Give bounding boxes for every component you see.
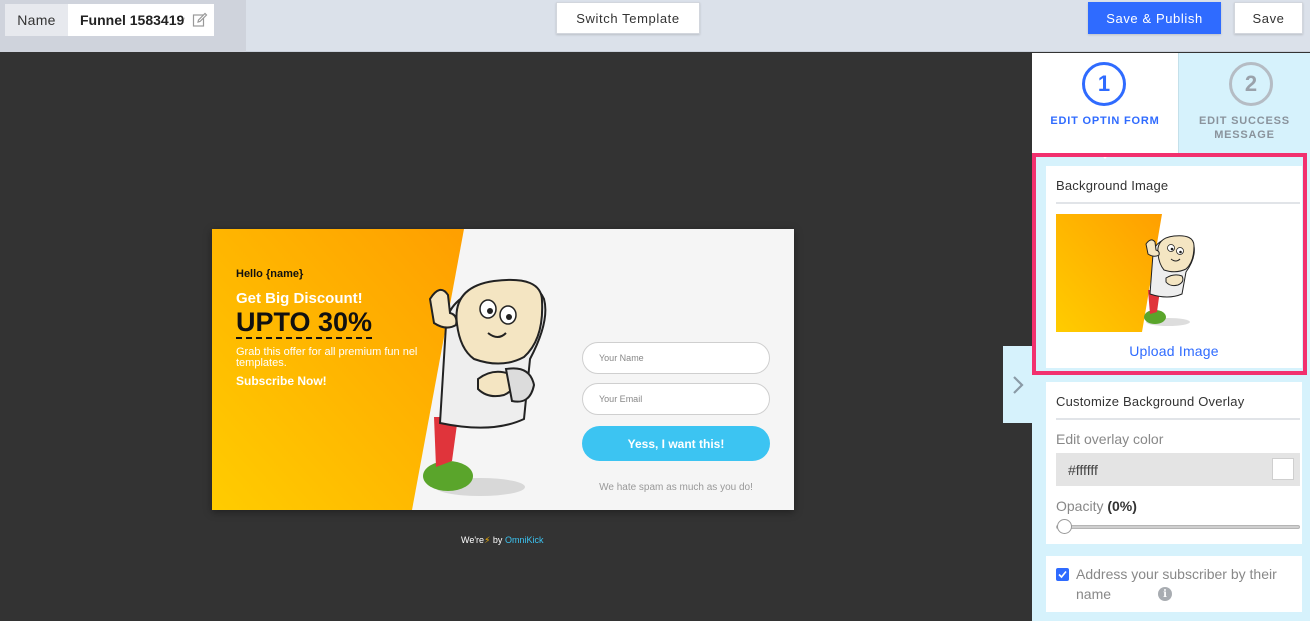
color-swatch[interactable]	[1272, 458, 1294, 480]
background-overlay-card: Customize Background Overlay Edit overla…	[1046, 382, 1302, 544]
overlay-color-value: #ffffff	[1068, 461, 1098, 478]
powered-prefix: We're	[461, 535, 485, 545]
popup-spam-text: We hate spam as much as you do!	[599, 482, 753, 493]
popup-name-input[interactable]: Your Name	[582, 342, 770, 374]
funnel-name-group: Name Funnel 15834199154	[0, 0, 246, 52]
top-toolbar: Name Funnel 15834199154 Switch Template …	[0, 0, 1310, 52]
save-publish-button[interactable]: Save & Publish	[1088, 2, 1221, 34]
step-label-2: EDIT SUCCESS MESSAGE	[1199, 115, 1290, 141]
bolt-icon: ⚡	[484, 535, 491, 545]
funnel-name-input[interactable]: Funnel 15834199154	[68, 4, 214, 36]
overlay-title: Customize Background Overlay	[1056, 394, 1245, 409]
chevron-right-icon	[1013, 375, 1024, 394]
popup-email-input[interactable]: Your Email	[582, 383, 770, 415]
name-label: Name	[5, 4, 68, 36]
background-image-title: Background Image	[1056, 178, 1169, 193]
step-number-2: 2	[1229, 62, 1273, 106]
upload-image-link[interactable]: Upload Image	[1046, 343, 1302, 359]
divider	[1056, 202, 1300, 204]
settings-panel: 1 EDIT OPTIN FORM 2 EDIT SUCCESS MESSAGE…	[1032, 53, 1310, 621]
edit-icon[interactable]	[192, 12, 208, 28]
overlay-color-input[interactable]: #ffffff	[1056, 453, 1300, 486]
background-image-card: Background Image Upload Image	[1046, 166, 1302, 368]
address-subscriber-checkbox[interactable]	[1056, 568, 1069, 581]
popup-submit-button[interactable]: Yess, I want this!	[582, 426, 770, 461]
info-icon[interactable]: i	[1158, 587, 1172, 601]
save-button[interactable]: Save	[1234, 2, 1303, 34]
address-subscriber-card: Address your subscriber by their name i	[1046, 556, 1302, 612]
address-subscriber-label: Address your subscriber by their name	[1076, 566, 1277, 602]
switch-template-button[interactable]: Switch Template	[556, 2, 700, 34]
powered-by: by	[492, 535, 503, 545]
popup-upto-heading: UPTO 30%	[236, 307, 373, 339]
checkmark-icon	[1058, 570, 1067, 579]
popup-subscribe-text: Subscribe Now!	[236, 374, 327, 388]
editor-canvas: Hello {name} Get Big Discount! UPTO 30% …	[0, 53, 1032, 621]
collapse-panel-tab[interactable]	[1003, 346, 1033, 423]
step-number-1: 1	[1082, 62, 1126, 106]
optin-popup-preview[interactable]: Hello {name} Get Big Discount! UPTO 30% …	[212, 229, 794, 510]
step-label-1: EDIT OPTIN FORM	[1050, 115, 1160, 127]
step-edit-optin-form[interactable]: 1 EDIT OPTIN FORM	[1032, 53, 1178, 159]
opacity-value: (0%)	[1107, 498, 1137, 514]
opacity-slider-track[interactable]	[1056, 525, 1300, 529]
powered-by-text: We're⚡ by OmniKick	[461, 535, 543, 546]
funnel-name-value: Funnel 15834199154	[80, 12, 185, 28]
opacity-label-text: Opacity	[1056, 498, 1104, 514]
opacity-slider-handle[interactable]	[1057, 519, 1072, 534]
omnikick-link[interactable]: OmniKick	[505, 535, 544, 545]
popup-hello-text: Hello {name}	[236, 268, 304, 280]
popup-discount-heading: Get Big Discount!	[236, 290, 363, 307]
background-image-thumbnail[interactable]	[1056, 214, 1196, 332]
overlay-color-label: Edit overlay color	[1056, 431, 1164, 447]
divider	[1056, 418, 1300, 420]
popup-grab-text: Grab this offer for all premium fun nel …	[236, 346, 418, 369]
opacity-label: Opacity (0%)	[1056, 498, 1137, 514]
step-edit-success-message[interactable]: 2 EDIT SUCCESS MESSAGE	[1178, 53, 1310, 153]
